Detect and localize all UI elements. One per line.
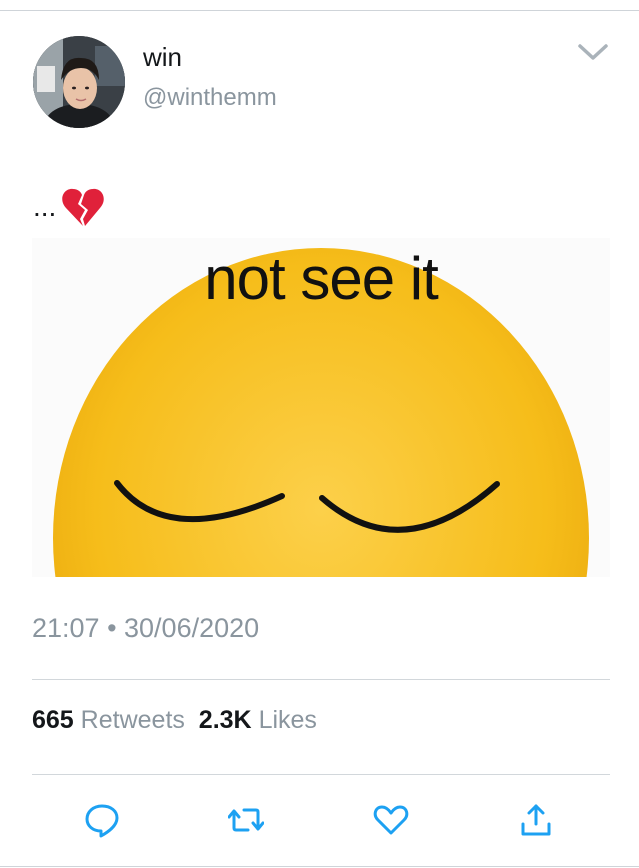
divider [32, 774, 610, 775]
likes-count: 2.3K [198, 706, 252, 734]
tweet-text-content: ... [33, 191, 57, 222]
avatar-photo [33, 36, 125, 128]
tweet-timestamp[interactable]: 21:07 • 30/06/2020 [32, 613, 259, 644]
retweet-stats[interactable]: 665 Retweets [32, 706, 185, 734]
divider [32, 679, 610, 680]
reply-icon[interactable] [84, 802, 120, 838]
avatar[interactable] [33, 36, 125, 128]
broken-heart-icon [62, 188, 105, 226]
retweets-count: 665 [32, 706, 74, 734]
user-handle[interactable]: @winthemm [143, 84, 277, 112]
top-border [0, 10, 639, 11]
retweets-label: Retweets [80, 706, 185, 734]
retweet-icon[interactable] [228, 802, 264, 838]
display-name[interactable]: win [143, 42, 182, 73]
like-icon[interactable] [373, 802, 409, 838]
bottom-border [0, 866, 639, 867]
likes-label: Likes [258, 706, 317, 734]
tweet-text: ... [33, 186, 106, 228]
chevron-down-icon[interactable] [576, 40, 610, 64]
media-caption: not see it [204, 245, 439, 312]
share-icon[interactable] [518, 802, 554, 838]
like-stats[interactable]: 2.3K Likes [199, 706, 317, 734]
tweet-media[interactable]: not see it [32, 238, 610, 577]
tweet-stats: 665 Retweets 2.3K Likes [32, 706, 317, 735]
